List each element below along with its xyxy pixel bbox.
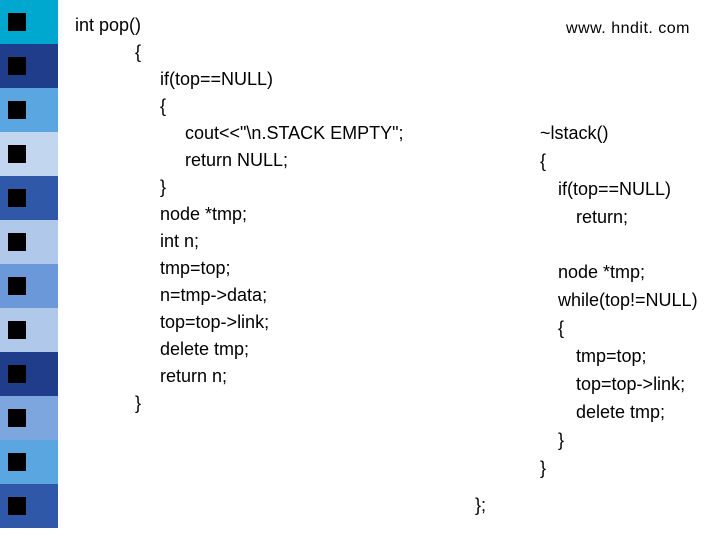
code-line: delete tmp; — [540, 399, 698, 427]
source-url: www. hndit. com — [566, 20, 690, 38]
bullet-square-icon — [8, 409, 26, 427]
bullet-square-icon — [8, 453, 26, 471]
sidebar-tile — [0, 264, 58, 308]
sidebar-tile — [0, 396, 58, 440]
code-line: node *tmp; — [75, 201, 404, 228]
class-closing: }; — [475, 495, 486, 516]
sidebar-tile — [0, 176, 58, 220]
code-line: cout<<"\n.STACK EMPTY"; — [75, 120, 404, 147]
code-block-right: ~lstack() { if(top==NULL) return; node *… — [540, 120, 698, 483]
code-line: delete tmp; — [75, 336, 404, 363]
bullet-square-icon — [8, 145, 26, 163]
sidebar-tile — [0, 88, 58, 132]
sidebar-tile — [0, 220, 58, 264]
code-line: int n; — [75, 228, 404, 255]
sidebar-decorative — [0, 0, 58, 540]
code-line: tmp=top; — [75, 255, 404, 282]
code-line: while(top!=NULL) — [540, 287, 698, 315]
code-line: return NULL; — [75, 147, 404, 174]
code-line — [540, 232, 698, 260]
code-block-left: int pop() { if(top==NULL) { cout<<"\n.ST… — [75, 12, 404, 417]
bullet-square-icon — [8, 321, 26, 339]
bullet-square-icon — [8, 13, 26, 31]
code-line: tmp=top; — [540, 343, 698, 371]
code-line: { — [540, 315, 698, 343]
sidebar-tile — [0, 0, 58, 44]
code-line: } — [540, 455, 698, 483]
code-line: { — [75, 39, 404, 66]
sidebar-tile — [0, 440, 58, 484]
sidebar-tile — [0, 352, 58, 396]
sidebar-tile — [0, 44, 58, 88]
code-line: return; — [540, 204, 698, 232]
code-line: top=top->link; — [75, 309, 404, 336]
code-line: { — [540, 148, 698, 176]
code-line: } — [540, 427, 698, 455]
code-line: n=tmp->data; — [75, 282, 404, 309]
code-line: return n; — [75, 363, 404, 390]
code-line: if(top==NULL) — [540, 176, 698, 204]
code-line: } — [75, 390, 404, 417]
bullet-square-icon — [8, 497, 26, 515]
code-line: int pop() — [75, 12, 404, 39]
bullet-square-icon — [8, 57, 26, 75]
bullet-square-icon — [8, 233, 26, 251]
bullet-square-icon — [8, 101, 26, 119]
bullet-square-icon — [8, 365, 26, 383]
sidebar-tile — [0, 308, 58, 352]
sidebar-tile — [0, 484, 58, 528]
bullet-square-icon — [8, 189, 26, 207]
bullet-square-icon — [8, 277, 26, 295]
code-line: node *tmp; — [540, 259, 698, 287]
code-line: } — [75, 174, 404, 201]
code-line: ~lstack() — [540, 120, 698, 148]
code-line: { — [75, 93, 404, 120]
code-line: top=top->link; — [540, 371, 698, 399]
sidebar-tile — [0, 132, 58, 176]
code-line: if(top==NULL) — [75, 66, 404, 93]
